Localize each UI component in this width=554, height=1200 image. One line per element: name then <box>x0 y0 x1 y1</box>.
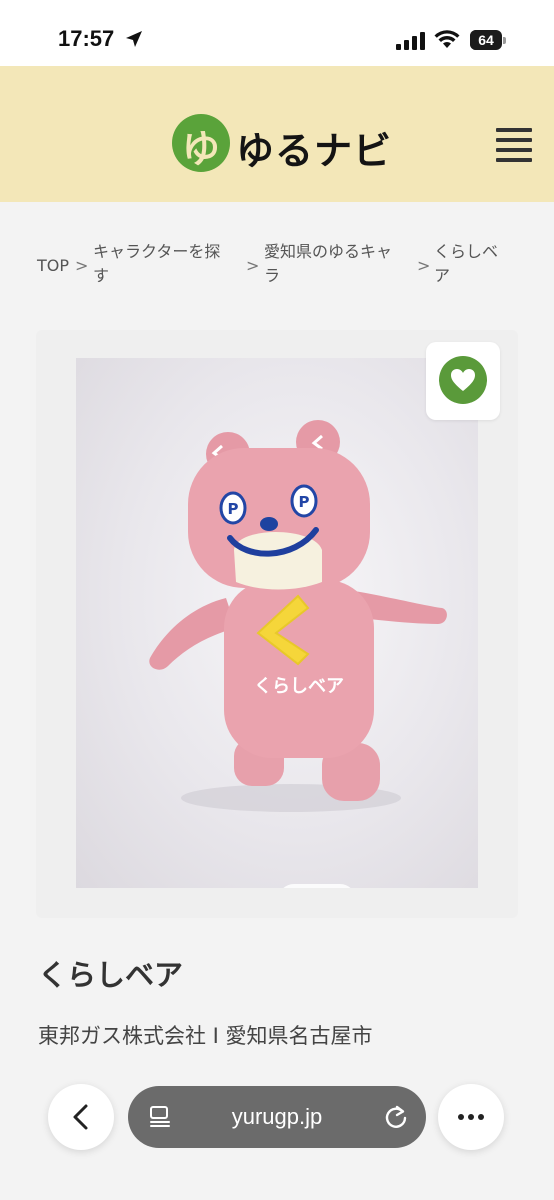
status-bar: 17:57 64 <box>0 0 554 66</box>
mascot-chest-text: くらしベア <box>254 676 344 697</box>
breadcrumb-item-top[interactable]: TOP <box>37 254 69 278</box>
status-time: 17:57 <box>58 26 115 51</box>
cellular-signal-icon <box>396 32 425 50</box>
wifi-icon <box>434 30 460 48</box>
mascot-illustration: くらしベア P P <box>149 420 447 812</box>
location-arrow-icon <box>126 31 142 47</box>
chevron-left-icon <box>73 1104 88 1130</box>
character-image-card: くらしベア P P <box>36 330 518 918</box>
breadcrumb: TOP > キャラクターを探 す > 愛知県のゆるキャ ラ > くらしベ ア <box>0 202 554 312</box>
hamburger-menu-icon[interactable] <box>496 128 532 164</box>
reload-icon[interactable] <box>382 1103 410 1131</box>
logo-mark-icon: ゆ <box>172 114 230 172</box>
more-options-button[interactable] <box>438 1084 504 1150</box>
favorite-circle <box>439 356 487 404</box>
mascot-left-eye: P <box>228 500 239 518</box>
character-organization: 東邦ガス株式会社 I 愛知県名古屋市 <box>38 1024 373 1048</box>
logo-mark-glyph: ゆ <box>181 127 220 171</box>
battery-body: 64 <box>470 30 502 50</box>
character-photo[interactable]: くらしベア P P <box>76 358 478 888</box>
reader-icon[interactable] <box>148 1105 172 1129</box>
breadcrumb-separator: > <box>75 256 89 275</box>
character-name: くらしベア <box>38 958 184 992</box>
browser-toolbar: yurugp.jp <box>0 1062 554 1200</box>
favorite-button[interactable] <box>426 342 500 420</box>
address-bar[interactable]: yurugp.jp <box>128 1086 426 1148</box>
logo-text: ゆるナビ <box>236 129 393 173</box>
heart-icon <box>451 369 475 391</box>
breadcrumb-separator: > <box>417 256 431 275</box>
back-button[interactable] <box>48 1084 114 1150</box>
mascot-right-eye: P <box>299 493 310 511</box>
battery-indicator: 64 <box>470 30 506 52</box>
more-icon <box>458 1114 484 1120</box>
image-pagination <box>278 884 356 888</box>
battery-cap <box>503 37 506 44</box>
breadcrumb-separator: > <box>246 256 260 275</box>
battery-percent: 64 <box>478 32 494 48</box>
breadcrumb-item-current: くらしベ ア <box>434 242 499 285</box>
breadcrumb-item-aichi-characters[interactable]: 愛知県のゆるキャ ラ <box>264 240 392 288</box>
breadcrumb-item-search-characters[interactable]: キャラクターを探 す <box>93 240 220 288</box>
site-header: ゆ ゆるナビ <box>0 66 554 202</box>
